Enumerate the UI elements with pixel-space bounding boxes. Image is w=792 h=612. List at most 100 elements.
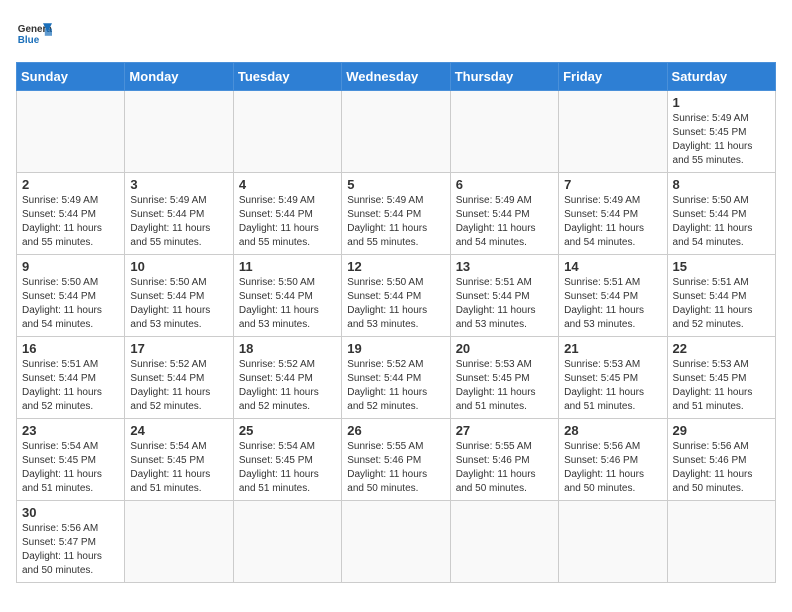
day-number: 14 — [564, 259, 661, 274]
calendar-week-row: 2 Sunrise: 5:49 AMSunset: 5:44 PMDaylight… — [17, 173, 776, 255]
calendar-cell: 9 Sunrise: 5:50 AMSunset: 5:44 PMDaylight… — [17, 255, 125, 337]
day-info: Sunrise: 5:50 AMSunset: 5:44 PMDaylight:… — [347, 276, 444, 332]
day-number: 2 — [22, 177, 119, 192]
day-info: Sunrise: 5:49 AMSunset: 5:44 PMDaylight:… — [239, 194, 336, 250]
day-info: Sunrise: 5:51 AMSunset: 5:44 PMDaylight:… — [22, 358, 119, 414]
day-info: Sunrise: 5:53 AMSunset: 5:45 PMDaylight:… — [564, 358, 661, 414]
day-number: 17 — [130, 341, 227, 356]
day-number: 30 — [22, 505, 119, 520]
calendar-cell: 15 Sunrise: 5:51 AMSunset: 5:44 PMDayligh… — [667, 255, 775, 337]
calendar-cell: 30 Sunrise: 5:56 AMSunset: 5:47 PMDayligh… — [17, 501, 125, 583]
calendar-cell — [125, 501, 233, 583]
calendar-header-friday: Friday — [559, 63, 667, 91]
calendar-cell: 1 Sunrise: 5:49 AMSunset: 5:45 PMDaylight… — [667, 91, 775, 173]
day-info: Sunrise: 5:52 AMSunset: 5:44 PMDaylight:… — [347, 358, 444, 414]
day-info: Sunrise: 5:56 AMSunset: 5:47 PMDaylight:… — [22, 522, 119, 578]
day-info: Sunrise: 5:49 AMSunset: 5:44 PMDaylight:… — [130, 194, 227, 250]
day-info: Sunrise: 5:51 AMSunset: 5:44 PMDaylight:… — [564, 276, 661, 332]
calendar-cell: 10Sunrise: 5:50 AMSunset: 5:44 PMDayligh… — [125, 255, 233, 337]
calendar-cell — [559, 501, 667, 583]
calendar-cell: 21 Sunrise: 5:53 AMSunset: 5:45 PMDayligh… — [559, 337, 667, 419]
calendar-table: SundayMondayTuesdayWednesdayThursdayFrid… — [16, 62, 776, 583]
calendar-cell: 11 Sunrise: 5:50 AMSunset: 5:44 PMDayligh… — [233, 255, 341, 337]
day-info: Sunrise: 5:54 AMSunset: 5:45 PMDaylight:… — [239, 440, 336, 496]
day-number: 8 — [673, 177, 770, 192]
day-number: 11 — [239, 259, 336, 274]
calendar-cell: 24 Sunrise: 5:54 AMSunset: 5:45 PMDayligh… — [125, 419, 233, 501]
day-number: 22 — [673, 341, 770, 356]
calendar-cell — [233, 501, 341, 583]
calendar-cell: 2 Sunrise: 5:49 AMSunset: 5:44 PMDaylight… — [17, 173, 125, 255]
calendar-cell: 22 Sunrise: 5:53 AMSunset: 5:45 PMDayligh… — [667, 337, 775, 419]
calendar-week-row: 1 Sunrise: 5:49 AMSunset: 5:45 PMDaylight… — [17, 91, 776, 173]
day-number: 5 — [347, 177, 444, 192]
day-info: Sunrise: 5:50 AMSunset: 5:44 PMDaylight:… — [130, 276, 227, 332]
day-number: 26 — [347, 423, 444, 438]
day-info: Sunrise: 5:50 AMSunset: 5:44 PMDaylight:… — [239, 276, 336, 332]
day-number: 16 — [22, 341, 119, 356]
calendar-header-thursday: Thursday — [450, 63, 558, 91]
day-number: 19 — [347, 341, 444, 356]
day-info: Sunrise: 5:49 AMSunset: 5:45 PMDaylight:… — [673, 112, 770, 168]
calendar-cell: 26Sunrise: 5:55 AMSunset: 5:46 PMDayligh… — [342, 419, 450, 501]
day-info: Sunrise: 5:53 AMSunset: 5:45 PMDaylight:… — [456, 358, 553, 414]
day-number: 3 — [130, 177, 227, 192]
day-info: Sunrise: 5:51 AMSunset: 5:44 PMDaylight:… — [456, 276, 553, 332]
calendar-cell: 7Sunrise: 5:49 AMSunset: 5:44 PMDaylight… — [559, 173, 667, 255]
day-number: 29 — [673, 423, 770, 438]
day-info: Sunrise: 5:54 AMSunset: 5:45 PMDaylight:… — [22, 440, 119, 496]
day-number: 1 — [673, 95, 770, 110]
calendar-cell: 27 Sunrise: 5:55 AMSunset: 5:46 PMDayligh… — [450, 419, 558, 501]
logo-icon: General Blue — [16, 16, 52, 52]
calendar-cell: 20Sunrise: 5:53 AMSunset: 5:45 PMDayligh… — [450, 337, 558, 419]
calendar-cell: 17 Sunrise: 5:52 AMSunset: 5:44 PMDayligh… — [125, 337, 233, 419]
calendar-cell: 6 Sunrise: 5:49 AMSunset: 5:44 PMDaylight… — [450, 173, 558, 255]
calendar-cell — [233, 91, 341, 173]
calendar-header-saturday: Saturday — [667, 63, 775, 91]
day-info: Sunrise: 5:52 AMSunset: 5:44 PMDaylight:… — [130, 358, 227, 414]
day-number: 13 — [456, 259, 553, 274]
calendar-cell: 4Sunrise: 5:49 AMSunset: 5:44 PMDaylight… — [233, 173, 341, 255]
calendar-cell: 5 Sunrise: 5:49 AMSunset: 5:44 PMDaylight… — [342, 173, 450, 255]
day-info: Sunrise: 5:54 AMSunset: 5:45 PMDaylight:… — [130, 440, 227, 496]
calendar-cell — [450, 91, 558, 173]
calendar-header-row: SundayMondayTuesdayWednesdayThursdayFrid… — [17, 63, 776, 91]
day-number: 28 — [564, 423, 661, 438]
svg-text:Blue: Blue — [18, 35, 40, 46]
page-header: General Blue — [16, 16, 776, 52]
calendar-cell: 13 Sunrise: 5:51 AMSunset: 5:44 PMDayligh… — [450, 255, 558, 337]
day-number: 21 — [564, 341, 661, 356]
day-info: Sunrise: 5:50 AMSunset: 5:44 PMDaylight:… — [673, 194, 770, 250]
day-info: Sunrise: 5:55 AMSunset: 5:46 PMDaylight:… — [456, 440, 553, 496]
day-number: 6 — [456, 177, 553, 192]
day-info: Sunrise: 5:50 AMSunset: 5:44 PMDaylight:… — [22, 276, 119, 332]
day-number: 12 — [347, 259, 444, 274]
calendar-week-row: 9 Sunrise: 5:50 AMSunset: 5:44 PMDaylight… — [17, 255, 776, 337]
day-info: Sunrise: 5:56 AMSunset: 5:46 PMDaylight:… — [673, 440, 770, 496]
calendar-cell — [342, 501, 450, 583]
day-info: Sunrise: 5:49 AMSunset: 5:44 PMDaylight:… — [347, 194, 444, 250]
day-number: 18 — [239, 341, 336, 356]
logo: General Blue — [16, 16, 58, 52]
day-number: 27 — [456, 423, 553, 438]
day-info: Sunrise: 5:53 AMSunset: 5:45 PMDaylight:… — [673, 358, 770, 414]
day-number: 24 — [130, 423, 227, 438]
calendar-cell: 8 Sunrise: 5:50 AMSunset: 5:44 PMDaylight… — [667, 173, 775, 255]
day-number: 25 — [239, 423, 336, 438]
day-info: Sunrise: 5:49 AMSunset: 5:44 PMDaylight:… — [456, 194, 553, 250]
calendar-cell: 19 Sunrise: 5:52 AMSunset: 5:44 PMDayligh… — [342, 337, 450, 419]
day-info: Sunrise: 5:56 AMSunset: 5:46 PMDaylight:… — [564, 440, 661, 496]
calendar-cell: 18 Sunrise: 5:52 AMSunset: 5:44 PMDayligh… — [233, 337, 341, 419]
calendar-cell: 29 Sunrise: 5:56 AMSunset: 5:46 PMDayligh… — [667, 419, 775, 501]
calendar-cell — [559, 91, 667, 173]
calendar-cell — [125, 91, 233, 173]
calendar-cell — [17, 91, 125, 173]
day-info: Sunrise: 5:51 AMSunset: 5:44 PMDaylight:… — [673, 276, 770, 332]
calendar-cell: 23Sunrise: 5:54 AMSunset: 5:45 PMDayligh… — [17, 419, 125, 501]
day-number: 15 — [673, 259, 770, 274]
day-info: Sunrise: 5:52 AMSunset: 5:44 PMDaylight:… — [239, 358, 336, 414]
day-number: 9 — [22, 259, 119, 274]
calendar-cell: 25 Sunrise: 5:54 AMSunset: 5:45 PMDayligh… — [233, 419, 341, 501]
day-info: Sunrise: 5:49 AMSunset: 5:44 PMDaylight:… — [22, 194, 119, 250]
calendar-cell — [342, 91, 450, 173]
